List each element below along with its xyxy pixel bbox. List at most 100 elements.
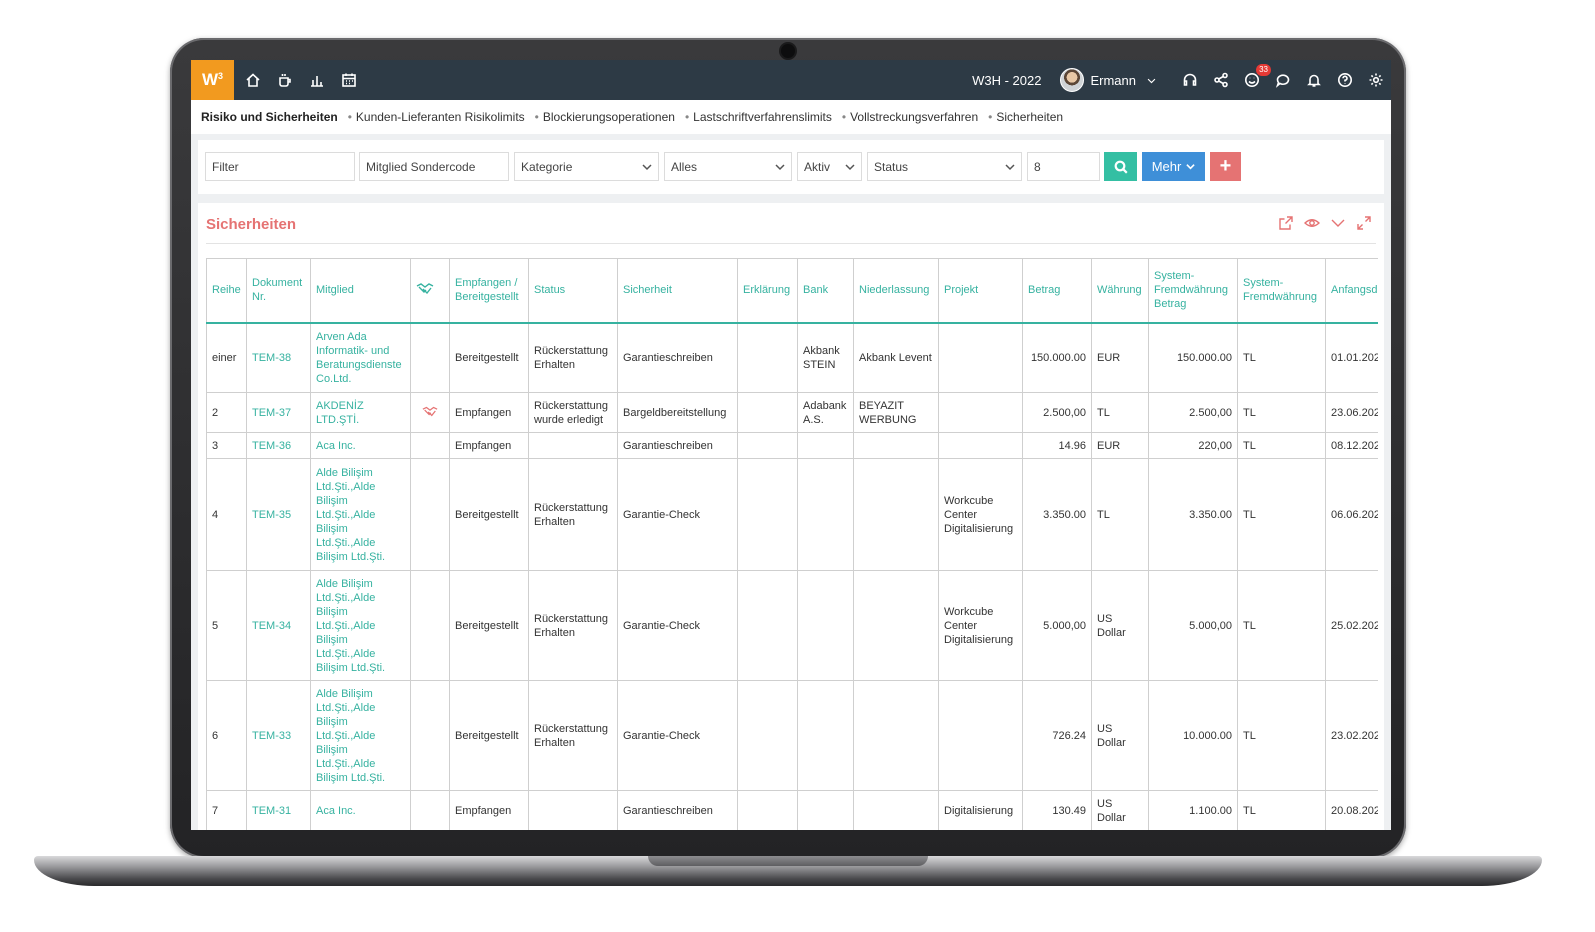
breadcrumb-main[interactable]: Risiko und Sicherheiten <box>201 110 338 124</box>
cell-note <box>737 322 798 393</box>
app-logo[interactable]: W3 <box>191 60 234 100</box>
category-select[interactable]: Kategorie <box>514 152 659 181</box>
cell-doc[interactable]: TEM-38 <box>246 322 311 393</box>
cell-reihe: 4 <box>206 458 247 571</box>
column-header[interactable]: Reihe <box>206 258 247 324</box>
cell-status: Rückerstattung Erhalten <box>528 570 618 681</box>
breadcrumb-item[interactable]: Vollstreckungsverfahren <box>842 110 978 124</box>
cell-bank <box>797 432 854 459</box>
column-header[interactable]: Währung <box>1091 258 1149 324</box>
table-row[interactable]: 2 TEM-37 AKDENİZ LTD.ŞTİ. Empfangen Rückerst… <box>206 392 1378 433</box>
cell-member[interactable]: Alde Bilişim Ltd.Şti.,Alde Bilişim Ltd.Ş… <box>310 458 411 571</box>
headset-icon[interactable] <box>1181 71 1199 89</box>
securities-table: Reihe Dokument Nr. Mitglied Empfangen / … <box>206 258 1378 830</box>
coffee-icon[interactable] <box>276 71 294 89</box>
column-header[interactable]: System-Fremdwährung <box>1237 258 1326 324</box>
cell-doc[interactable]: TEM-31 <box>246 790 311 830</box>
cell-sys-amount: 3.350.00 <box>1148 458 1238 571</box>
cell-project <box>938 392 1023 433</box>
column-header[interactable]: Dokument Nr. <box>246 258 311 324</box>
column-header[interactable]: Anfangsd <box>1325 258 1378 324</box>
more-button[interactable]: Mehr <box>1142 152 1205 181</box>
filter-placeholder: Filter <box>212 159 239 174</box>
column-header[interactable]: Betrag <box>1022 258 1092 324</box>
cell-branch: Akbank Levent <box>853 322 939 393</box>
cell-member[interactable]: Alde Bilişim Ltd.Şti.,Alde Bilişim Ltd.Ş… <box>310 570 411 681</box>
cell-member[interactable]: AKDENİZ LTD.ŞTİ. <box>310 392 411 433</box>
share-icon[interactable] <box>1212 71 1230 89</box>
smiley-icon[interactable]: 33 <box>1243 64 1271 89</box>
page-size-input[interactable]: 8 <box>1027 152 1100 181</box>
cell-amount: 14.96 <box>1022 432 1092 459</box>
cell-security: Garantieschreiben <box>617 790 738 830</box>
cell-note <box>737 392 798 433</box>
cell-sys-currency: TL <box>1237 392 1326 433</box>
home-icon[interactable] <box>244 71 262 89</box>
table-row[interactable]: 7 TEM-31 Aca Inc. Empfangen Garantieschreibe… <box>206 790 1378 830</box>
cell-doc[interactable]: TEM-34 <box>246 570 311 681</box>
filter-input[interactable]: Filter <box>205 152 355 181</box>
table-row[interactable]: 4 TEM-35 Alde Bilişim Ltd.Şti.,Alde Bilişi… <box>206 458 1378 571</box>
search-button[interactable] <box>1104 152 1137 181</box>
column-header[interactable]: Sicherheit <box>617 258 738 324</box>
cell-member[interactable]: Alde Bilişim Ltd.Şti.,Alde Bilişim Ltd.Ş… <box>310 680 411 791</box>
page-size-value: 8 <box>1034 159 1041 174</box>
chevron-down-icon[interactable] <box>1330 215 1346 231</box>
handshake-icon <box>416 283 434 295</box>
table-row[interactable]: einer TEM-38 Arven Ada Informatik- und Ber… <box>206 322 1378 393</box>
column-header[interactable]: Niederlassung <box>853 258 939 324</box>
breadcrumb-item[interactable]: Sicherheiten <box>988 110 1063 124</box>
breadcrumb-item[interactable]: Lastschriftverfahrenslimits <box>685 110 832 124</box>
expand-icon[interactable] <box>1356 215 1372 231</box>
cell-amount: 726.24 <box>1022 680 1092 791</box>
all-value: Alles <box>671 159 698 174</box>
status-select[interactable]: Status <box>867 152 1022 181</box>
cell-doc[interactable]: TEM-37 <box>246 392 311 433</box>
cell-member[interactable]: Aca Inc. <box>310 790 411 830</box>
cell-member[interactable]: Aca Inc. <box>310 432 411 459</box>
chat-icon[interactable] <box>1274 71 1292 89</box>
all-select[interactable]: Alles <box>664 152 792 181</box>
cell-doc[interactable]: TEM-33 <box>246 680 311 791</box>
cell-note <box>737 458 798 571</box>
row-icon-cell <box>410 790 450 830</box>
breadcrumb-item[interactable]: Kunden-Lieferanten Risikolimits <box>348 110 525 124</box>
help-icon[interactable] <box>1336 71 1354 89</box>
user-name: Ermann <box>1090 72 1136 88</box>
cell-currency: US Dollar <box>1091 790 1149 830</box>
column-header[interactable]: Status <box>528 258 618 324</box>
cell-doc[interactable]: TEM-35 <box>246 458 311 571</box>
breadcrumb-item[interactable]: Blockierungsoperationen <box>535 110 675 124</box>
bar-chart-icon[interactable] <box>308 71 326 89</box>
row-icon-cell <box>410 392 450 433</box>
cell-bank <box>797 680 854 791</box>
cell-currency: US Dollar <box>1091 570 1149 681</box>
table-row[interactable]: 5 TEM-34 Alde Bilişim Ltd.Şti.,Alde Bilişi… <box>206 570 1378 681</box>
period-selector[interactable]: W3H - 2022 <box>972 73 1041 88</box>
active-select[interactable]: Aktiv <box>797 152 862 181</box>
gear-icon[interactable] <box>1367 71 1385 89</box>
cell-doc[interactable]: TEM-36 <box>246 432 311 459</box>
avatar <box>1060 68 1085 92</box>
member-code-input[interactable]: Mitglied Sondercode <box>359 152 509 181</box>
cell-project: Digitalisierung <box>938 790 1023 830</box>
cell-currency: EUR <box>1091 322 1149 393</box>
eye-icon[interactable] <box>1304 215 1320 231</box>
user-menu[interactable]: Ermann <box>1060 68 1160 92</box>
cell-start: 23.02.202 <box>1325 680 1378 791</box>
table-row[interactable]: 3 TEM-36 Aca Inc. Empfangen Garantieschreibe… <box>206 432 1378 459</box>
column-header[interactable]: System-Fremdwährung Betrag <box>1148 258 1238 324</box>
column-header[interactable]: Empfangen / Bereitgestellt <box>449 258 529 324</box>
export-icon[interactable] <box>1278 215 1294 231</box>
cell-bank <box>797 790 854 830</box>
column-header[interactable]: Projekt <box>938 258 1023 324</box>
column-header[interactable]: Erklärung <box>737 258 798 324</box>
column-header[interactable]: Bank <box>797 258 854 324</box>
chevron-down-icon <box>1142 71 1160 89</box>
cell-member[interactable]: Arven Ada Informatik- und Beratungsdiens… <box>310 322 411 393</box>
table-row[interactable]: 6 TEM-33 Alde Bilişim Ltd.Şti.,Alde Bilişi… <box>206 680 1378 791</box>
column-header[interactable]: Mitglied <box>310 258 411 324</box>
calendar-icon[interactable] <box>340 71 358 89</box>
bell-icon[interactable] <box>1305 71 1323 89</box>
add-button[interactable]: + <box>1210 152 1241 181</box>
